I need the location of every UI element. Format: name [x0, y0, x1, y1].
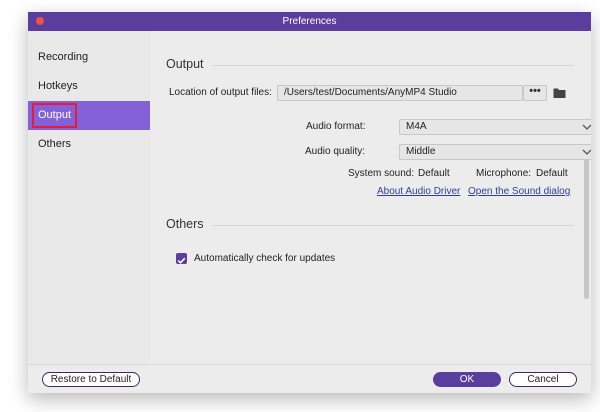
window-title: Preferences [282, 16, 337, 27]
chevron-down-icon [582, 124, 591, 130]
restore-default-button[interactable]: Restore to Default [42, 372, 140, 387]
sidebar-item-label: Recording [38, 51, 89, 63]
sidebar: Recording Hotkeys Output Others [28, 31, 150, 364]
title-bar: Preferences [28, 12, 591, 31]
sidebar-item-output[interactable]: Output [28, 101, 150, 130]
ok-button[interactable]: OK [433, 372, 501, 387]
section-divider [212, 225, 574, 226]
auto-update-checkbox[interactable] [176, 253, 187, 264]
sidebar-item-label: Others [38, 138, 72, 150]
output-location-field[interactable]: /Users/test/Documents/AnyMP4 Studio [277, 85, 523, 101]
sidebar-item-label: Output [32, 103, 78, 128]
others-section-heading: Others [166, 217, 204, 231]
browse-button[interactable]: ••• [523, 85, 547, 101]
auto-update-label: Automatically check for updates [194, 253, 336, 264]
open-sound-dialog-link[interactable]: Open the Sound dialog [468, 186, 570, 197]
footer-bar: Restore to Default OK Cancel [28, 364, 591, 393]
audio-quality-value: Middle [406, 146, 436, 157]
location-label: Location of output files: [169, 87, 272, 98]
system-sound-label: System sound: [348, 168, 415, 179]
vertical-scrollbar[interactable] [584, 157, 589, 299]
output-section-heading: Output [166, 57, 204, 71]
folder-icon[interactable] [553, 87, 566, 99]
system-sound-value: Default [418, 168, 450, 179]
sidebar-item-others[interactable]: Others [28, 130, 150, 159]
audio-quality-label: Audio quality: [305, 146, 366, 157]
audio-format-select[interactable]: M4A [399, 119, 591, 135]
about-audio-driver-link[interactable]: About Audio Driver [377, 186, 460, 197]
cancel-button[interactable]: Cancel [509, 372, 577, 387]
checkmark-icon [177, 257, 186, 264]
sidebar-item-recording[interactable]: Recording [28, 43, 150, 72]
microphone-value: Default [536, 168, 568, 179]
sidebar-item-hotkeys[interactable]: Hotkeys [28, 72, 150, 101]
microphone-label: Microphone: [476, 168, 532, 179]
preferences-window: Preferences Recording Hotkeys Output Oth… [28, 12, 591, 393]
chevron-down-icon [582, 149, 591, 155]
audio-format-value: M4A [406, 121, 427, 132]
sidebar-item-label: Hotkeys [38, 80, 78, 92]
audio-quality-select[interactable]: Middle [399, 144, 591, 160]
audio-format-label: Audio format: [306, 121, 366, 132]
settings-content: Output Location of output files: /Users/… [150, 31, 591, 364]
section-divider [212, 65, 574, 66]
